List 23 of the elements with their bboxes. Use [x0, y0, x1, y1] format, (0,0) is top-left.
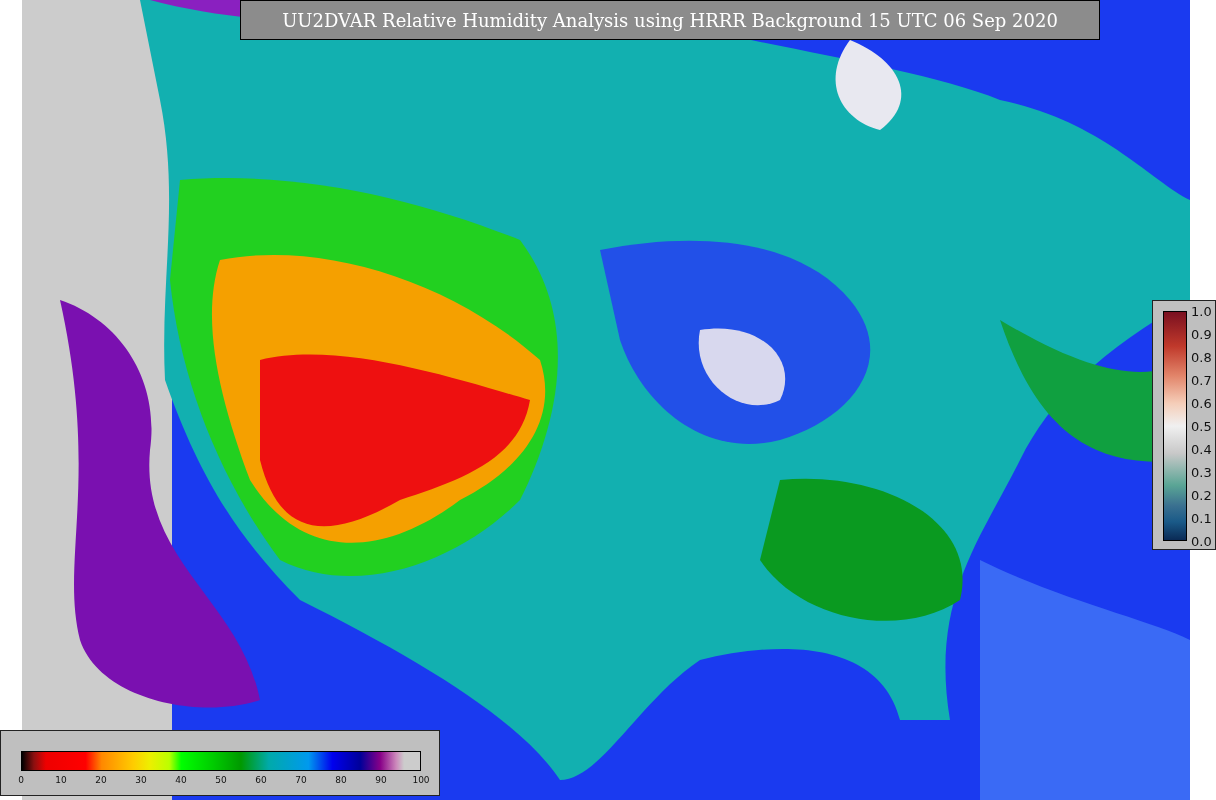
- tick-label: 70: [295, 776, 307, 785]
- tick-label: 30: [135, 776, 147, 785]
- tick-label: 0.2: [1191, 488, 1212, 502]
- tick-label: 0.3: [1191, 465, 1212, 479]
- tick-label: 40: [175, 776, 187, 785]
- tick-label: 60: [255, 776, 267, 785]
- tick-label: 90: [375, 776, 387, 785]
- tick-label: 0.1: [1191, 511, 1212, 525]
- tick-label: 0.9: [1191, 327, 1212, 341]
- tick-label: 10: [55, 776, 67, 785]
- tick-label: 0.7: [1191, 373, 1212, 387]
- tick-label: 0: [18, 776, 24, 785]
- map-title: UU2DVAR Relative Humidity Analysis using HRRR Background 15 UTC 06 Sep 2020: [240, 0, 1100, 40]
- tick-label: 0.5: [1191, 419, 1212, 433]
- tick-label: 0.8: [1191, 350, 1212, 364]
- tick-label: 1.0: [1191, 304, 1212, 318]
- tick-label: 0.4: [1191, 442, 1212, 456]
- tick-label: 0.6: [1191, 396, 1212, 410]
- tick-label: 50: [215, 776, 227, 785]
- tick-label: 0.0: [1191, 534, 1212, 548]
- tick-label: 20: [95, 776, 107, 785]
- tick-label: 80: [335, 776, 347, 785]
- tick-label: 100: [412, 776, 430, 785]
